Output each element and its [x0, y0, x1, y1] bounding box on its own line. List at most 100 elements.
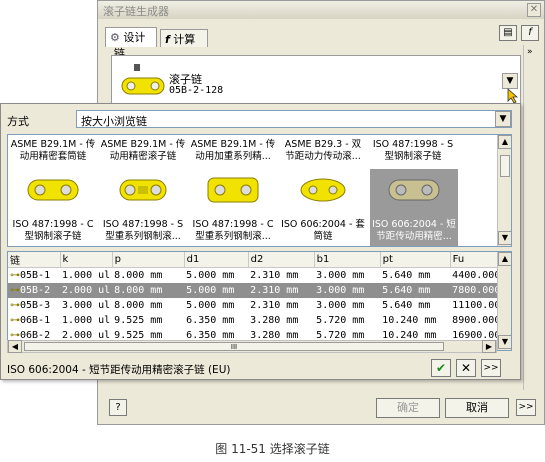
column-header[interactable]: k — [60, 252, 113, 268]
column-header[interactable]: d2 — [248, 252, 315, 268]
chain-dropdown-button[interactable]: ▼ — [502, 73, 518, 89]
gallery-item-label: ISO 487:1998 - S — [372, 139, 454, 150]
table-cell: 8.000 mm — [112, 282, 185, 298]
table-row[interactable]: ⊶05B-1 1.000 ul 8.000 mm 5.000 mm 2.310 mm 3.… — [8, 268, 502, 283]
gallery-image[interactable] — [188, 175, 278, 207]
table-row[interactable]: ⊶05B-3 3.000 ul 8.000 mm 5.000 mm 2.310 mm 3.… — [8, 298, 502, 313]
chain-gallery[interactable]: ASME B29.1M - 传 动用精密套筒链 ASME B29.1M - 传 … — [7, 134, 512, 247]
column-header[interactable]: p — [112, 252, 185, 268]
fx-toggle-icon[interactable]: f — [521, 25, 539, 41]
gallery-item[interactable]: ISO 487:1998 - C 型重系列钢制滚... — [188, 219, 278, 243]
gallery-item-label: 筒链 — [313, 231, 333, 242]
gallery-item[interactable]: ASME B29.3 - 双 节距动力传动滚... — [278, 139, 368, 163]
accept-check-icon[interactable]: ✔ — [431, 359, 451, 377]
help-button[interactable]: ? — [109, 399, 127, 416]
table-header-row: 链 k p d1 d2 b1 pt Fu — [8, 252, 503, 268]
gallery-item[interactable]: ISO 487:1998 - S 型钢制滚子链 — [368, 139, 458, 163]
table-cell: 5.000 mm — [186, 299, 235, 311]
gallery-image[interactable] — [278, 175, 368, 207]
more-button[interactable]: >> — [516, 399, 536, 416]
chain-row-icon: ⊶ — [10, 314, 20, 326]
table-cell: 7800.000 — [450, 282, 503, 298]
chain-id-text: 05B-3 — [20, 299, 51, 311]
chain-table[interactable]: 链 k p d1 d2 b1 pt Fu ⊶05B-1 1.000 ul 8.000… — [7, 251, 512, 351]
table-cell: 3.000 ul — [62, 299, 111, 311]
gallery-item-label: 动用精密套筒链 — [19, 151, 87, 162]
table-scrollbar[interactable]: ▲ ▼ — [497, 252, 511, 350]
reject-x-icon[interactable]: ✕ — [456, 359, 476, 377]
chain-selector[interactable]: 滚子链 05B-2-128 ▼ — [111, 55, 521, 105]
properties-icon[interactable]: ▤ — [499, 25, 517, 41]
chain-row-icon: ⊶ — [10, 284, 20, 296]
tab-calculation[interactable]: f 计算 — [160, 29, 208, 47]
scroll-right-icon[interactable]: ▶ — [482, 340, 496, 353]
right-scrollbar[interactable]: » » — [523, 45, 540, 408]
table-cell: 4400.000 — [452, 269, 501, 281]
column-header[interactable]: 链 — [8, 252, 61, 268]
gallery-item[interactable]: ISO 606:2004 - 套 筒链 — [278, 219, 368, 243]
table-cell: 5.640 mm — [382, 299, 431, 311]
gallery-item-label: 节距传动用精密... — [376, 231, 452, 242]
gallery-image[interactable] — [8, 175, 98, 207]
gallery-item-selected[interactable]: ISO 606:2004 - 短 节距传动用精密... — [370, 219, 458, 243]
table-row[interactable]: ⊶05B-2 2.000 ul 8.000 mm 5.000 mm 2.310 mm 3.… — [8, 282, 503, 298]
h-scroll-thumb[interactable]: III — [24, 342, 444, 351]
mouse-cursor-icon — [507, 88, 519, 104]
column-header[interactable]: b1 — [314, 252, 381, 268]
scroll-thumb[interactable] — [500, 155, 510, 177]
chain-browser-popup: 方式 按大小浏览链 ▼ ASME B29.1M - 传 动用精密套筒链 ASME… — [0, 103, 521, 380]
horizontal-scrollbar[interactable]: ◀ III ▶ — [7, 340, 497, 353]
tab-design[interactable]: ⚙ 设计 — [105, 27, 157, 47]
chain-id-cell: ⊶06B-1 — [8, 313, 60, 328]
scroll-up-icon[interactable]: ▲ — [498, 135, 511, 149]
scroll-down-icon[interactable]: ▼ — [498, 231, 511, 245]
window-title: 滚子链生成器 — [103, 5, 169, 18]
column-header[interactable]: d1 — [184, 252, 249, 268]
chain-id-cell: ⊶05B-1 — [8, 268, 60, 283]
column-header[interactable]: Fu — [450, 252, 503, 268]
chain-code: 05B-2-128 — [169, 85, 224, 96]
expand-more-icon[interactable]: >> — [481, 359, 501, 377]
gallery-item-label: ISO 487:1998 - C — [192, 219, 274, 230]
gallery-image[interactable] — [98, 175, 188, 207]
chain-thumbnail-icon — [121, 64, 165, 95]
gallery-item[interactable]: ISO 487:1998 - S 型重系列钢制滚... — [98, 219, 188, 243]
close-window-button[interactable]: ✕ — [527, 3, 541, 17]
table-cell: 5.000 mm — [184, 282, 249, 298]
gallery-item-label: 型重系列钢制滚... — [195, 231, 271, 242]
scroll-up-icon[interactable]: ▲ — [498, 252, 511, 266]
ok-button[interactable]: 确定 — [376, 398, 440, 418]
table-cell: 8.000 mm — [114, 269, 163, 281]
chain-id-cell: ⊶05B-2 — [8, 282, 60, 298]
gallery-item[interactable]: ASME B29.1M - 传 动用加重系列精... — [188, 139, 278, 163]
table-cell: 5.720 mm — [316, 314, 365, 326]
window-title-bar: 滚子链生成器 ✕ — [98, 1, 544, 19]
gallery-item-label: ASME B29.1M - 传 — [100, 139, 186, 150]
table-cell: 5.640 mm — [382, 269, 431, 281]
table-row[interactable]: ⊶06B-1 1.000 ul 9.525 mm 6.350 mm 3.280 mm 5.… — [8, 313, 502, 328]
table-cell: 1.000 ul — [62, 269, 111, 281]
scroll-down-icon[interactable]: ▼ — [498, 335, 511, 349]
method-select[interactable]: 按大小浏览链 ▼ — [76, 110, 512, 128]
chain-id-text: 06B-1 — [20, 314, 51, 326]
cancel-button[interactable]: 取消 — [445, 398, 509, 418]
design-icon: ⚙ — [110, 31, 120, 44]
fx-icon: f — [165, 33, 170, 46]
expand-chevron-icon[interactable]: » — [527, 47, 533, 57]
table-cell: 2.310 mm — [250, 299, 299, 311]
gallery-item-label: 动用精密滚子链 — [109, 151, 177, 162]
method-dropdown-button[interactable]: ▼ — [495, 111, 511, 127]
table-cell: 10.240 mm — [382, 314, 437, 326]
scroll-left-icon[interactable]: ◀ — [8, 340, 22, 353]
gallery-item-label: ISO 487:1998 - S — [102, 219, 184, 230]
column-header[interactable]: pt — [380, 252, 451, 268]
gallery-item[interactable]: ASME B29.1M - 传 动用精密套筒链 — [8, 139, 98, 163]
gallery-scrollbar[interactable]: ▲ ▼ — [497, 135, 511, 246]
table-cell: 2.000 ul — [60, 282, 113, 298]
table-cell: 3.000 mm — [316, 269, 365, 281]
table-cell: 5.000 mm — [186, 269, 235, 281]
gallery-item[interactable]: ISO 487:1998 - C 型钢制滚子链 — [8, 219, 98, 243]
gallery-item[interactable]: ASME B29.1M - 传 动用精密滚子链 — [98, 139, 188, 163]
table-cell: 8.000 mm — [114, 299, 163, 311]
chain-id-cell: ⊶05B-3 — [8, 298, 60, 313]
